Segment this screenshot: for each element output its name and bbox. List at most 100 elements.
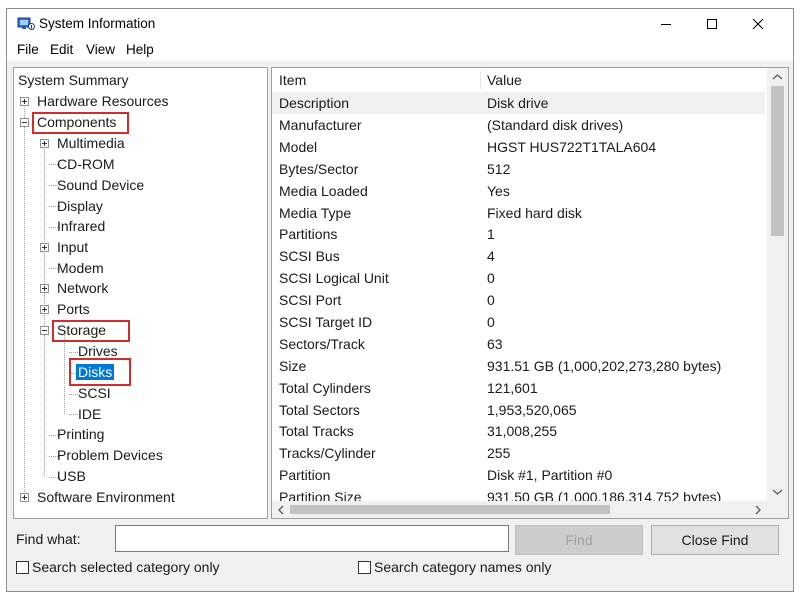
table-row[interactable]: Total Cylinders 121,601 [272,377,765,399]
horizontal-scroll-thumb[interactable] [290,505,610,514]
row-item: Manufacturer [279,117,362,133]
tree-item-sound-device[interactable]: Sound Device [57,175,144,195]
expand-plus-icon[interactable] [20,97,29,106]
scroll-up-arrow-icon[interactable] [772,73,783,81]
table-row[interactable]: Total Sectors 1,953,520,065 [272,399,765,421]
maximize-button[interactable] [689,9,735,39]
expand-plus-icon[interactable] [40,284,49,293]
search-category-names-label[interactable]: Search category names only [374,559,551,575]
title-bar[interactable]: System Information [7,9,793,39]
tree-item-multimedia[interactable]: Multimedia [57,133,125,153]
expand-plus-icon[interactable] [40,243,49,252]
row-item: Model [279,139,318,155]
row-item: Media Type [279,205,352,221]
window-title: System Information [39,16,156,31]
row-item: SCSI Port [279,292,342,308]
table-row[interactable]: Sectors/Track 63 [272,333,765,355]
collapse-minus-icon[interactable] [40,326,49,335]
table-row[interactable]: Manufacturer (Standard disk drives) [272,114,765,136]
tree-item-ports[interactable]: Ports [57,299,90,319]
minimize-button[interactable] [643,9,689,39]
menu-view[interactable]: View [86,42,115,57]
scroll-left-arrow-icon[interactable] [277,505,285,515]
tree-item-input[interactable]: Input [57,237,88,257]
tree-item-hardware-resources[interactable]: Hardware Resources [37,91,169,111]
table-row[interactable]: SCSI Target ID 0 [272,311,765,333]
tree-item-modem[interactable]: Modem [57,258,104,278]
highlight-box-components [32,112,129,134]
close-icon [752,18,764,30]
row-item: Media Loaded [279,183,368,199]
expand-plus-icon[interactable] [20,493,29,502]
tree-item-display[interactable]: Display [57,196,103,216]
row-item: Description [279,95,350,111]
tree-item-cd-rom[interactable]: CD-ROM [57,154,115,174]
scrollbar-corner [767,501,788,518]
row-item: Total Tracks [279,423,354,439]
column-divider[interactable] [480,70,481,90]
menu-edit[interactable]: Edit [50,42,73,57]
find-button[interactable]: Find [515,525,643,555]
tree-item-usb[interactable]: USB [57,466,86,486]
row-value: (Standard disk drives) [487,117,624,133]
menu-help[interactable]: Help [126,42,154,57]
table-row[interactable]: Media Type Fixed hard disk [272,202,765,224]
row-value: 931.51 GB (1,000,202,273,280 bytes) [487,358,722,374]
table-row[interactable]: Tracks/Cylinder 255 [272,442,765,464]
column-header-value[interactable]: Value [487,68,522,92]
row-item: SCSI Target ID [279,314,373,330]
table-row[interactable]: Model HGST HUS722T1TALA604 [272,136,765,158]
row-item: Total Cylinders [279,380,371,396]
row-value: 1 [487,226,495,242]
row-item: Sectors/Track [279,336,365,352]
tree-item-printing[interactable]: Printing [57,424,104,444]
tree-item-ide[interactable]: IDE [78,404,101,424]
highlight-box-disks [69,358,131,386]
table-row[interactable]: SCSI Port 0 [272,289,765,311]
row-item: SCSI Bus [279,248,340,264]
close-button[interactable] [735,9,781,39]
tree-item-scsi[interactable]: SCSI [78,383,111,403]
details-list[interactable]: Item Value Description Disk drive Manufac… [271,67,789,519]
table-row[interactable]: SCSI Bus 4 [272,245,765,267]
find-what-input[interactable] [115,525,509,552]
tree-item-problem-devices[interactable]: Problem Devices [57,445,163,465]
expand-plus-icon[interactable] [40,305,49,314]
vertical-scrollbar[interactable] [767,68,788,501]
table-row[interactable]: Partitions 1 [272,223,765,245]
table-row[interactable]: Partition Disk #1, Partition #0 [272,464,765,486]
row-value: 63 [487,336,503,352]
tree-item-system-summary[interactable]: System Summary [18,70,128,90]
table-row[interactable]: Media Loaded Yes [272,180,765,202]
menu-file[interactable]: File [17,42,39,57]
horizontal-scrollbar[interactable] [272,501,767,518]
close-find-button[interactable]: Close Find [651,525,779,555]
category-tree[interactable]: System Summary Hardware Resources Compon… [13,67,268,519]
row-value: 0 [487,292,495,308]
expand-plus-icon[interactable] [40,139,49,148]
tree-item-software-environment[interactable]: Software Environment [37,487,175,507]
system-information-window: System Information File Edit View Help S… [6,8,794,592]
tree-item-infrared[interactable]: Infrared [57,216,105,236]
table-row[interactable]: Bytes/Sector 512 [272,158,765,180]
scroll-down-arrow-icon[interactable] [772,488,783,496]
collapse-minus-icon[interactable] [20,118,29,127]
vertical-scroll-thumb[interactable] [771,86,784,236]
highlight-box-storage [52,320,130,342]
search-selected-category-label[interactable]: Search selected category only [32,559,220,575]
table-row[interactable]: SCSI Logical Unit 0 [272,267,765,289]
table-row[interactable]: Description Disk drive [272,92,765,114]
row-value: 0 [487,270,495,286]
find-what-label: Find what: [16,531,81,547]
search-category-names-checkbox[interactable] [358,561,371,574]
tree-connector [24,102,25,496]
row-item: Bytes/Sector [279,161,359,177]
table-row[interactable]: Size 931.51 GB (1,000,202,273,280 bytes) [272,355,765,377]
scroll-right-arrow-icon[interactable] [754,505,762,515]
search-selected-category-checkbox[interactable] [16,561,29,574]
row-item: Partition [279,467,331,483]
column-header-item[interactable]: Item [279,68,307,92]
table-row[interactable]: Total Tracks 31,008,255 [272,420,765,442]
tree-item-network[interactable]: Network [57,278,108,298]
maximize-icon [707,19,717,29]
